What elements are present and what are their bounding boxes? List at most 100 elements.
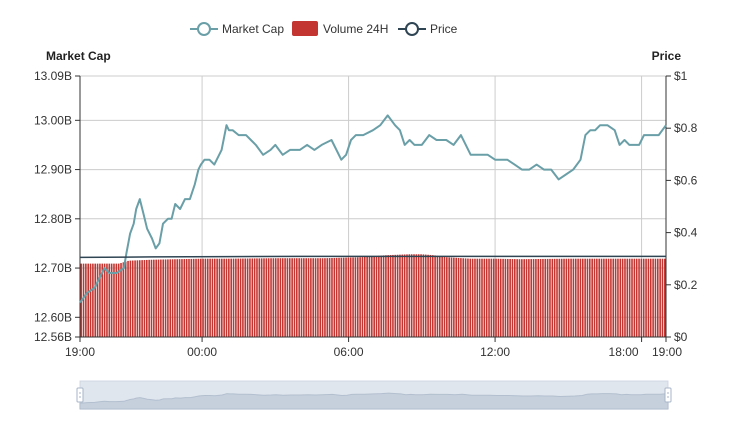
volume-bar xyxy=(495,258,497,337)
volume-bar xyxy=(131,260,134,337)
data-zoom-slider[interactable] xyxy=(76,380,672,410)
volume-bar xyxy=(488,258,490,337)
volume-bar xyxy=(228,258,230,337)
volume-bar xyxy=(352,257,354,337)
volume-bar xyxy=(607,258,610,337)
volume-bar xyxy=(117,263,120,337)
volume-bar xyxy=(544,258,547,337)
volume-bar xyxy=(567,258,570,337)
volume-bar xyxy=(506,258,509,337)
volume-bar xyxy=(382,255,385,337)
volume-bar xyxy=(415,254,418,337)
zoom-selection[interactable] xyxy=(80,381,668,409)
volume-bar xyxy=(333,257,336,337)
volume-bar xyxy=(570,258,572,337)
left-tick-label: 12.90B xyxy=(34,163,72,177)
zoom-handle-left[interactable] xyxy=(76,387,84,403)
volume-bar xyxy=(635,258,638,337)
volume-bar xyxy=(549,258,551,337)
legend-item-price[interactable]: Price xyxy=(398,22,458,36)
volume-bar xyxy=(312,258,315,337)
volume-bar xyxy=(354,257,357,337)
volume-bar xyxy=(525,259,528,337)
volume-bar xyxy=(359,257,361,337)
volume-bar xyxy=(443,256,446,337)
volume-bar xyxy=(417,254,420,337)
volume-bar xyxy=(640,258,643,337)
volume-bar xyxy=(221,258,223,337)
volume-bar xyxy=(251,258,254,337)
volume-bar xyxy=(485,258,488,337)
handle-grip-icon[interactable] xyxy=(76,387,84,403)
volume-bar xyxy=(361,257,364,337)
volume-bar xyxy=(652,258,654,337)
volume-bar xyxy=(94,263,97,337)
volume-bar xyxy=(434,255,436,337)
left-axis-title: Market Cap xyxy=(46,49,111,63)
volume-bar xyxy=(424,254,427,337)
volume-bar xyxy=(284,258,286,337)
volume-bar xyxy=(141,260,143,337)
legend-label: Market Cap xyxy=(222,22,284,36)
volume-bar xyxy=(202,258,204,337)
zoom-handle-right[interactable] xyxy=(664,387,672,403)
volume-bar xyxy=(429,254,432,337)
volume-bar xyxy=(492,258,495,337)
volume-bar xyxy=(553,258,556,337)
volume-bar xyxy=(366,256,368,337)
volume-bar xyxy=(565,258,568,337)
volume-bar xyxy=(347,257,350,337)
volume-bar xyxy=(246,258,249,337)
volume-bar xyxy=(120,263,122,337)
volume-bar xyxy=(499,258,502,337)
volume-bar xyxy=(92,263,94,337)
x-tick-label: 12:00 xyxy=(480,345,510,359)
volume-bar xyxy=(265,258,268,337)
volume-bar xyxy=(612,258,615,337)
rect-icon xyxy=(292,21,318,36)
volume-bar xyxy=(267,258,270,337)
volume-bar xyxy=(218,258,221,337)
volume-bar xyxy=(164,259,167,337)
volume-bar xyxy=(293,258,296,337)
volume-bar xyxy=(113,263,115,337)
volume-bar xyxy=(408,254,411,337)
right-tick-label: $0.4 xyxy=(674,226,698,240)
legend[interactable]: Market Cap Volume 24H Price xyxy=(190,21,458,36)
volume-bar xyxy=(338,257,340,337)
legend-item-volume[interactable]: Volume 24H xyxy=(292,21,388,36)
volume-bar xyxy=(197,258,200,337)
volume-bar xyxy=(654,258,657,337)
volume-bar xyxy=(272,258,275,337)
volume-bar xyxy=(356,257,359,337)
volume-bar xyxy=(82,263,85,337)
volume-bar xyxy=(167,259,169,337)
volume-bar xyxy=(270,258,272,337)
volume-bar xyxy=(502,258,504,337)
volume-bar xyxy=(176,259,179,337)
volume-bar xyxy=(122,262,125,337)
volume-bars xyxy=(80,254,666,337)
volume-bar xyxy=(375,255,378,337)
left-tick-label: 12.80B xyxy=(34,212,72,226)
volume-bar xyxy=(467,258,469,337)
volume-bar xyxy=(462,258,465,337)
volume-bar xyxy=(174,259,176,337)
volume-bar xyxy=(598,258,600,337)
legend-item-market-cap[interactable]: Market Cap xyxy=(190,22,284,36)
volume-bar xyxy=(574,258,577,337)
volume-bar xyxy=(286,258,289,337)
handle-grip-icon[interactable] xyxy=(664,387,672,403)
volume-bar xyxy=(478,258,481,337)
volume-bar xyxy=(277,258,279,337)
volume-bar xyxy=(523,259,525,337)
volume-bar xyxy=(389,255,392,337)
volume-bar xyxy=(206,258,209,337)
volume-bar xyxy=(514,259,516,337)
volume-bar xyxy=(326,258,329,337)
volume-bar xyxy=(542,258,544,337)
volume-bar xyxy=(178,259,181,337)
volume-bar xyxy=(291,258,293,337)
volume-bar xyxy=(610,258,612,337)
volume-bar xyxy=(399,254,401,337)
